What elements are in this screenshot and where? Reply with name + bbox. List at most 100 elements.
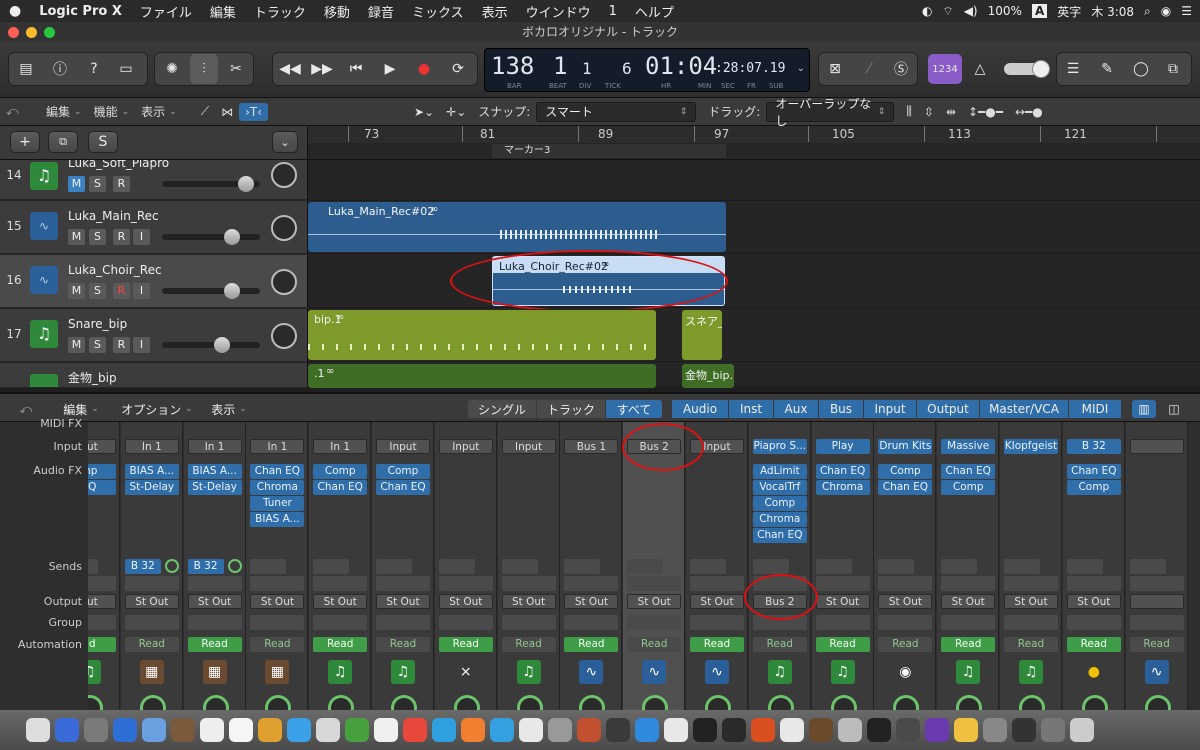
software-instrument-icon[interactable]: ♫ [516, 660, 541, 684]
filter-bus[interactable]: Bus [819, 400, 863, 418]
global-solo-button[interactable]: S [88, 131, 118, 153]
automation-slot[interactable]: Read [187, 637, 242, 652]
snap-select[interactable]: スマート ⇕ [536, 101, 697, 122]
battery-text[interactable]: 100% [988, 4, 1022, 18]
quick-help-icon[interactable]: ? [80, 54, 108, 84]
audio-fx-slot[interactable]: St-Delay [187, 480, 242, 495]
notepad-icon[interactable]: ✎ [1094, 54, 1120, 84]
track-name[interactable]: Luka_Choir_Rec [68, 263, 162, 277]
group-slot[interactable] [1066, 615, 1121, 630]
status-icon[interactable]: ◐ [922, 4, 932, 18]
play-button[interactable]: ▶ [376, 54, 404, 84]
tracks-view-menu[interactable]: 表示 ⌄ [135, 103, 183, 120]
dock-app-icon[interactable] [983, 718, 1007, 742]
record-enable-button[interactable]: R [113, 176, 130, 192]
lane-15[interactable]: Luka_Main_Rec#02 ∞ [308, 201, 1200, 254]
menu-window[interactable]: ウインドウ [517, 2, 600, 21]
lcd-display[interactable]: 138 BAR 1 BEAT 1 DIV 6 TICK 01:04 :28:07… [484, 48, 810, 92]
dock-app-icon[interactable] [200, 718, 224, 742]
group-slot[interactable] [438, 615, 493, 630]
output-slot[interactable]: St Out [313, 594, 368, 609]
group-slot[interactable] [501, 615, 556, 630]
output-slot[interactable]: St Out [815, 594, 870, 609]
dock-app-icon[interactable] [664, 718, 688, 742]
send-slot[interactable] [501, 576, 556, 591]
filter-input[interactable]: Input [864, 400, 916, 418]
wide-strip-icon[interactable]: ◫ [1162, 400, 1186, 418]
send-slot[interactable] [878, 576, 933, 591]
mute-button[interactable]: M [68, 337, 85, 353]
automation-slot[interactable]: Read [124, 637, 179, 652]
drag-select[interactable]: オーバーラップなし ⇕ [766, 97, 895, 128]
send-slot[interactable] [752, 559, 789, 574]
pan-knob[interactable] [139, 695, 166, 710]
yellow-instrument-icon[interactable]: ● [1082, 660, 1106, 684]
cycle-button[interactable]: ⟳ [444, 54, 472, 84]
vertical-fit-icon[interactable]: ⇳ [918, 105, 940, 119]
list-editors-icon[interactable]: ☰ [1060, 54, 1086, 84]
go-to-start-button[interactable]: ⏮ [342, 54, 370, 84]
dock-app-icon[interactable] [1012, 718, 1036, 742]
menu-help[interactable]: ヘルプ [626, 2, 683, 21]
audio-region[interactable]: Luka_Main_Rec#02 ∞ [308, 202, 726, 252]
send-slot[interactable] [690, 576, 744, 591]
software-instrument-icon[interactable]: ♫ [767, 660, 792, 684]
mute-button[interactable]: M [68, 176, 85, 192]
pan-knob[interactable] [271, 269, 297, 295]
volume-icon[interactable]: ◀) [964, 4, 978, 18]
lane-14[interactable] [308, 160, 1200, 201]
rewind-button[interactable]: ◀◀ [276, 54, 304, 84]
automation-slot[interactable]: Read [815, 637, 870, 652]
dock-app-icon[interactable] [1070, 718, 1094, 742]
track-name[interactable]: Snare_bip [68, 317, 127, 331]
audio-fx-slot[interactable]: VocalTrf [752, 480, 807, 495]
dock-app-icon[interactable] [751, 718, 775, 742]
output-slot[interactable]: St Out [376, 594, 430, 609]
pan-knob[interactable] [271, 215, 297, 241]
dock-app-icon[interactable] [432, 718, 456, 742]
send-slot[interactable] [313, 559, 350, 574]
fader-knob[interactable] [238, 176, 254, 192]
software-instrument-icon[interactable]: ♫ [328, 660, 353, 684]
mixer-options-menu[interactable]: オプション ⌄ [112, 400, 202, 418]
dock-app-icon[interactable] [287, 718, 311, 742]
automation-icon[interactable]: ⟋ [195, 104, 215, 119]
audio-fx-slot[interactable]: Tuner [250, 496, 305, 511]
pan-knob[interactable] [956, 695, 983, 710]
audio-fx-slot[interactable]: Chan EQ [376, 480, 430, 495]
back-icon[interactable]: ⤺ [14, 400, 38, 418]
group-slot[interactable] [124, 615, 179, 630]
output-slot[interactable]: St Out [438, 594, 493, 609]
software-instrument-icon[interactable]: ♫ [830, 660, 855, 684]
duplicate-track-icon[interactable]: ⧉ [48, 131, 78, 153]
audio-fx-slot[interactable]: Chan EQ [313, 480, 368, 495]
send-slot[interactable] [1004, 576, 1058, 591]
software-instrument-icon[interactable]: ♫ [956, 660, 981, 684]
software-instrument-icon[interactable]: ♫ [391, 660, 415, 684]
toolbar-icon[interactable]: ▭ [112, 54, 140, 84]
software-instrument-icon[interactable]: ♫ [88, 660, 101, 684]
mixer-edit-menu[interactable]: 編集 ⌄ [56, 400, 106, 418]
volume-fader[interactable] [162, 229, 260, 245]
solo-button[interactable]: S [89, 229, 106, 245]
dock-app-icon[interactable] [722, 718, 746, 742]
send-slot[interactable] [1129, 559, 1166, 574]
input-slot[interactable]: In 1 [250, 439, 305, 454]
send-slot[interactable] [501, 559, 538, 574]
back-icon[interactable]: ⤺ [0, 104, 40, 119]
automation-slot[interactable]: Read [690, 637, 744, 652]
group-slot[interactable] [1129, 615, 1184, 630]
apple-icon[interactable]: ● [0, 3, 30, 19]
dock-app-icon[interactable] [548, 718, 572, 742]
midi-region[interactable]: .1 ∞ [308, 364, 656, 388]
send-slot[interactable] [1004, 559, 1040, 574]
track-name[interactable]: 金物_bip [68, 369, 117, 386]
output-slot[interactable]: St Out [124, 594, 179, 609]
dock-app-icon[interactable] [867, 718, 891, 742]
mixer-view-menu[interactable]: 表示 ⌄ [204, 400, 254, 418]
lane-18[interactable]: .1 ∞ 金物_bip. [308, 363, 1200, 388]
horizontal-zoom-slider[interactable]: ↔━● [1009, 105, 1049, 119]
automation-slot[interactable]: Read [313, 637, 368, 652]
track-row-17[interactable]: 17 ♫ Snare_bip M S R I [0, 309, 308, 362]
dock-app-icon[interactable] [403, 718, 427, 742]
